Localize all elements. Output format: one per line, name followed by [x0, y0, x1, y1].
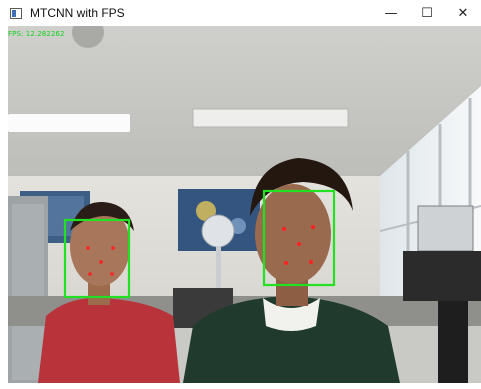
camera-equipment — [417, 205, 474, 252]
camera-feed — [8, 26, 481, 383]
fps-counter: FPS: 12.282262 — [8, 30, 65, 38]
maximize-icon: ☐ — [421, 5, 433, 21]
desk-fan — [201, 214, 235, 248]
maximize-button[interactable]: ☐ — [409, 0, 445, 26]
minimize-icon: — — [384, 5, 398, 21]
window-bottom-border — [0, 383, 481, 389]
close-icon: ✕ — [457, 5, 469, 21]
window-controls: — ☐ ✕ — [373, 0, 481, 26]
video-frame — [8, 26, 481, 383]
window-title: MTCNN with FPS — [30, 6, 125, 20]
person-right-face — [255, 184, 331, 284]
app-window-icon — [10, 7, 22, 19]
ceiling-light-left — [8, 114, 130, 132]
person-left-shirt — [38, 297, 180, 383]
close-button[interactable]: ✕ — [445, 0, 481, 26]
app-window: MTCNN with FPS — ☐ ✕ FPS: 12.282262 — [0, 0, 481, 389]
title-bar[interactable]: MTCNN with FPS — ☐ ✕ — [0, 0, 481, 26]
ceiling-light-center — [192, 108, 349, 128]
minimize-button[interactable]: — — [373, 0, 409, 26]
